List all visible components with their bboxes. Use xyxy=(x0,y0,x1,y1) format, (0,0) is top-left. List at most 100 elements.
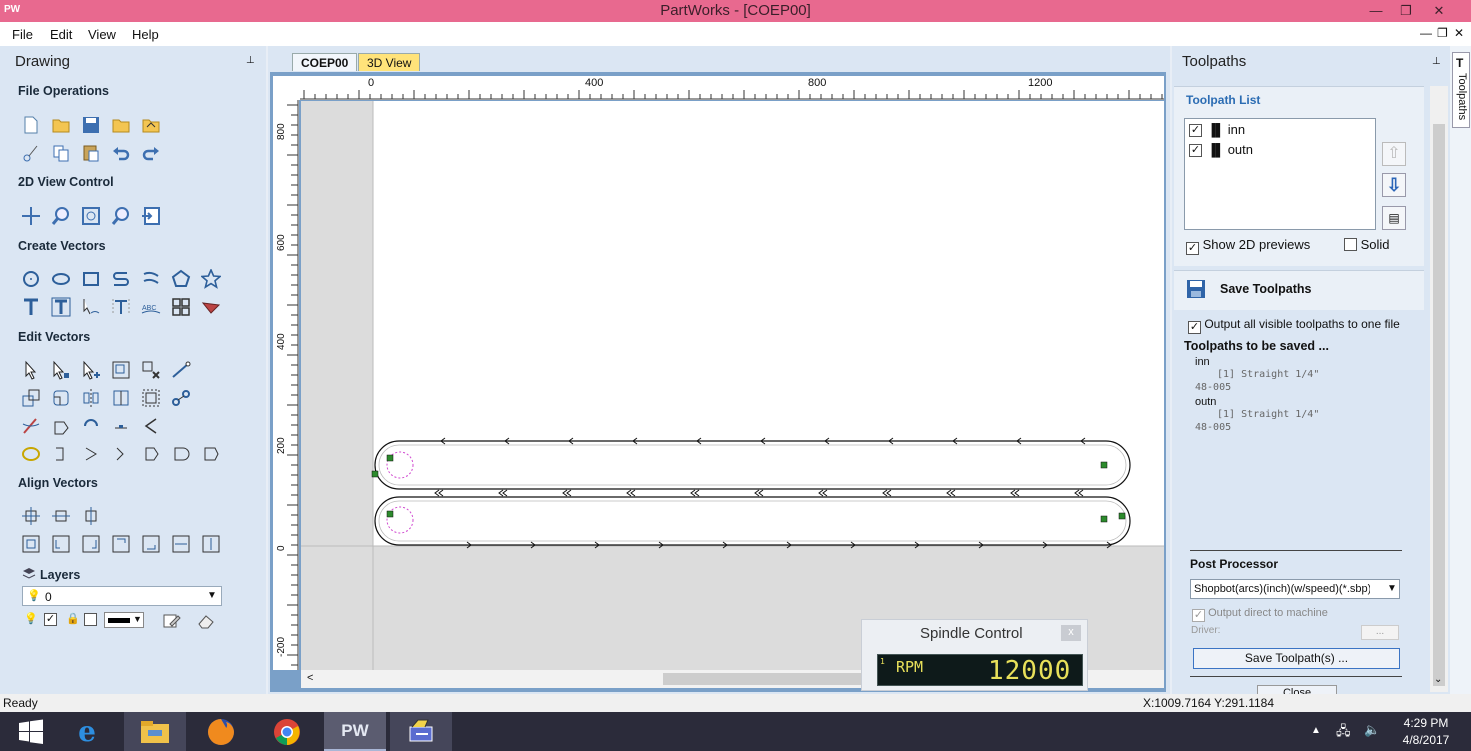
mdi-restore-icon[interactable]: ❐ xyxy=(1437,26,1448,40)
scroll-left-icon[interactable]: < xyxy=(307,672,313,684)
shape-icon[interactable] xyxy=(200,443,222,465)
toolpath-tree-icon[interactable]: ▤ xyxy=(1382,206,1406,230)
solid-checkbox[interactable] xyxy=(1344,238,1357,251)
nest-icon[interactable] xyxy=(170,387,192,409)
break-icon[interactable] xyxy=(140,415,162,437)
node-insert-icon[interactable] xyxy=(80,415,102,437)
node-edit-icon[interactable] xyxy=(50,359,72,381)
pin-icon[interactable]: ⊥ xyxy=(246,55,255,66)
layer-color-select[interactable]: ▼ xyxy=(104,612,144,628)
align-bottom-icon[interactable] xyxy=(140,533,162,555)
space-v-icon[interactable] xyxy=(200,533,222,555)
curve-icon[interactable] xyxy=(140,268,162,290)
output-direct-checkbox[interactable]: ✓ xyxy=(1192,609,1205,622)
ellipse-icon[interactable] xyxy=(50,268,72,290)
menu-view[interactable]: View xyxy=(88,27,116,42)
internet-explorer-icon[interactable]: e xyxy=(56,712,118,751)
import-file-icon[interactable] xyxy=(110,114,132,136)
tray-expand-icon[interactable]: ▲ xyxy=(1311,725,1321,736)
offset-icon[interactable] xyxy=(20,387,42,409)
toolpath-outn-checkbox[interactable]: ✓ xyxy=(1189,144,1202,158)
menu-help[interactable]: Help xyxy=(132,27,159,42)
drawing-canvas[interactable] xyxy=(301,101,1164,670)
move-up-arrow-icon[interactable]: ⇧ xyxy=(1382,142,1406,166)
mdi-close-icon[interactable]: ✕ xyxy=(1454,26,1464,40)
tab-3d-view[interactable]: 3D View xyxy=(358,53,421,71)
minimize-button[interactable]: — xyxy=(1361,1,1391,21)
mirror-icon[interactable] xyxy=(80,387,102,409)
file-explorer-icon[interactable] xyxy=(124,712,186,751)
layer-visible-icon[interactable]: 💡 xyxy=(24,612,38,625)
drafting-icon[interactable] xyxy=(200,296,222,318)
text-on-curve-icon[interactable] xyxy=(80,296,102,318)
align-right-icon[interactable] xyxy=(80,533,102,555)
circle-icon[interactable] xyxy=(20,268,42,290)
text-icon[interactable] xyxy=(20,296,42,318)
text-arc-icon[interactable] xyxy=(110,296,132,318)
redo-icon[interactable] xyxy=(140,142,162,164)
output-all-checkbox[interactable]: ✓ xyxy=(1188,321,1201,334)
start-windows-icon[interactable] xyxy=(0,712,62,751)
lock-icon[interactable]: 🔒 xyxy=(66,612,80,625)
size-icon[interactable] xyxy=(110,359,132,381)
tab-coep00[interactable]: COEP00 xyxy=(292,53,358,71)
partworks-taskbar-button[interactable]: PW xyxy=(324,712,386,751)
layer-eraser-icon[interactable] xyxy=(196,612,216,633)
solid-option[interactable]: Solid xyxy=(1344,237,1390,252)
move-down-arrow-icon[interactable]: ⇩ xyxy=(1382,173,1406,197)
layer-lock-checkbox[interactable] xyxy=(84,613,97,626)
zoom-box-icon[interactable] xyxy=(110,205,132,227)
transform-icon[interactable] xyxy=(80,359,102,381)
center-in-job-icon[interactable] xyxy=(20,533,42,555)
import-vectors-icon[interactable] xyxy=(140,114,162,136)
save-toolpaths-button[interactable]: Save Toolpath(s) ... xyxy=(1193,648,1400,669)
show-2d-checkbox[interactable]: ✓ xyxy=(1186,242,1199,255)
firefox-icon[interactable] xyxy=(190,712,252,751)
layer-select[interactable]: 💡 0 ▼ xyxy=(22,586,222,606)
panel-vertical-scrollbar[interactable]: ⌄ xyxy=(1430,86,1448,692)
fillet-icon[interactable] xyxy=(50,387,72,409)
auto-text-icon[interactable] xyxy=(50,296,72,318)
close-vector-icon[interactable] xyxy=(50,415,72,437)
arc-fit-icon[interactable] xyxy=(110,443,132,465)
close-panel-button[interactable]: Close xyxy=(1257,685,1337,694)
pan-icon[interactable] xyxy=(20,205,42,227)
save-file-icon[interactable] xyxy=(80,114,102,136)
layer-visible-checkbox[interactable]: ✓ xyxy=(44,613,57,626)
chrome-icon[interactable] xyxy=(256,712,318,751)
menu-edit[interactable]: Edit xyxy=(50,27,72,42)
new-file-icon[interactable] xyxy=(20,114,42,136)
scroll-thumb[interactable] xyxy=(663,673,863,685)
toolpath-item-inn[interactable]: ✓ ▐▌ inn xyxy=(1189,122,1245,138)
menu-file[interactable]: File xyxy=(12,27,33,42)
clock[interactable]: 4:29 PM 4/8/2017 xyxy=(1398,716,1454,747)
array-icon[interactable] xyxy=(170,296,192,318)
join-icon[interactable] xyxy=(110,387,132,409)
select-icon[interactable] xyxy=(20,359,42,381)
restore-button[interactable]: ❐ xyxy=(1391,1,1421,21)
panel-scroll-thumb[interactable] xyxy=(1433,124,1445,686)
output-direct-option[interactable]: ✓ Output direct to machine xyxy=(1192,607,1328,622)
align-h-center-icon[interactable] xyxy=(50,505,72,527)
post-processor-select[interactable]: Shopbot(arcs)(inch)(w/speed)(*.sbp) ▼ xyxy=(1190,579,1400,599)
boundary-icon[interactable] xyxy=(20,443,42,465)
extend-icon[interactable] xyxy=(140,443,162,465)
zoom-extents-icon[interactable] xyxy=(80,205,102,227)
align-v-center-icon[interactable] xyxy=(80,505,102,527)
copy-icon[interactable] xyxy=(50,142,72,164)
mdi-minimize-icon[interactable]: — xyxy=(1420,26,1432,40)
view-job-icon[interactable] xyxy=(140,205,162,227)
output-all-option[interactable]: ✓ Output all visible toolpaths to one fi… xyxy=(1188,317,1400,334)
curve-fit-icon[interactable] xyxy=(50,443,72,465)
paste-icon[interactable] xyxy=(80,142,102,164)
polyline-icon[interactable] xyxy=(110,268,132,290)
driver-browse-button[interactable]: ... xyxy=(1361,625,1399,640)
bezier-icon[interactable] xyxy=(170,443,192,465)
weld-icon[interactable] xyxy=(140,387,162,409)
toolpath-inn-checkbox[interactable]: ✓ xyxy=(1189,124,1202,138)
line-fit-icon[interactable] xyxy=(80,443,102,465)
toolpath-item-outn[interactable]: ✓ ▐▌ outn xyxy=(1189,142,1253,158)
zoom-icon[interactable] xyxy=(50,205,72,227)
measure-icon[interactable] xyxy=(170,359,192,381)
network-icon[interactable]: 🖧 xyxy=(1336,722,1351,744)
